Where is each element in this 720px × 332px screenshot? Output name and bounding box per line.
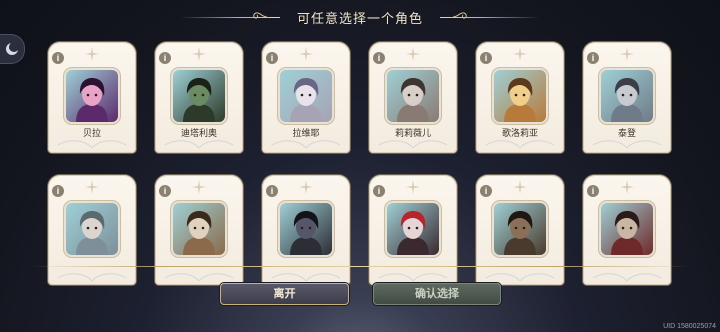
character-card[interactable]: i 拉维耶 [262,42,350,153]
sparkle-icon [299,180,313,194]
wing-ornament-icon [378,273,448,282]
character-portrait [387,70,439,122]
character-portrait [494,70,546,122]
leave-button[interactable]: 离开 [220,283,349,305]
sparkle-icon [192,47,206,61]
character-portrait [601,203,653,255]
sparkle-icon [620,47,634,61]
character-card[interactable]: i 贝拉 [48,42,136,153]
character-card[interactable]: i [155,175,243,285]
info-icon[interactable]: i [587,185,599,197]
info-icon[interactable]: i [373,52,385,64]
moon-icon [6,42,19,55]
sparkle-icon [406,180,420,194]
character-portrait [280,203,332,255]
card-body: i [155,175,243,286]
sparkle-icon [85,47,99,61]
card-body: i [476,175,564,286]
info-icon[interactable]: i [480,52,492,64]
card-body: i 贝拉 [48,42,136,153]
info-icon[interactable]: i [52,185,64,197]
uid-label: UID 1580025074 [663,323,716,330]
character-portrait [173,70,225,122]
wing-ornament-icon [271,140,341,149]
character-portrait [66,70,118,122]
sparkle-icon [620,180,634,194]
wing-ornament-icon [164,140,234,149]
info-icon[interactable]: i [52,52,64,64]
character-card[interactable]: i [476,175,564,285]
title-ornament-right [440,17,540,18]
title-bar: 可任意选择一个角色 [0,6,720,30]
sparkle-icon [85,180,99,194]
sparkle-icon [192,180,206,194]
character-portrait [601,70,653,122]
sparkle-icon [406,47,420,61]
info-icon[interactable]: i [373,185,385,197]
card-body: i [262,175,350,286]
character-card[interactable]: i [48,175,136,285]
character-card[interactable]: i [369,175,457,285]
character-card[interactable]: i [262,175,350,285]
sparkle-icon [299,47,313,61]
info-icon[interactable]: i [159,185,171,197]
character-card[interactable]: i [583,175,671,285]
card-body: i 歌洛莉亚 [476,42,564,153]
wing-ornament-icon [164,273,234,282]
character-card[interactable]: i 迪塔利奥 [155,42,243,153]
swirl-ornament-icon [253,12,268,19]
bottom-divider [30,266,690,267]
character-portrait [173,203,225,255]
card-body: i 拉维耶 [262,42,350,153]
wing-ornament-icon [378,140,448,149]
info-icon[interactable]: i [587,52,599,64]
character-portrait [387,203,439,255]
page-title: 可任意选择一个角色 [296,11,424,26]
wing-ornament-icon [485,273,555,282]
side-menu-button[interactable] [0,34,25,64]
sparkle-icon [513,180,527,194]
wing-ornament-icon [271,273,341,282]
card-body: i [369,175,457,286]
confirm-select-button[interactable]: 确认选择 [373,283,501,305]
sparkle-icon [513,47,527,61]
info-icon[interactable]: i [480,185,492,197]
card-body: i 泰登 [583,42,671,153]
card-body: i [48,175,136,286]
wing-ornament-icon [57,273,127,282]
character-card[interactable]: i 泰登 [583,42,671,153]
wing-ornament-icon [592,273,662,282]
character-card[interactable]: i 莉莉薇儿 [369,42,457,153]
info-icon[interactable]: i [159,52,171,64]
card-body: i 迪塔利奥 [155,42,243,153]
character-portrait [66,203,118,255]
card-body: i 莉莉薇儿 [369,42,457,153]
info-icon[interactable]: i [266,185,278,197]
card-body: i [583,175,671,286]
wing-ornament-icon [57,140,127,149]
character-card[interactable]: i 歌洛莉亚 [476,42,564,153]
info-icon[interactable]: i [266,52,278,64]
wing-ornament-icon [485,140,555,149]
wing-ornament-icon [592,140,662,149]
character-portrait [280,70,332,122]
character-portrait [494,203,546,255]
